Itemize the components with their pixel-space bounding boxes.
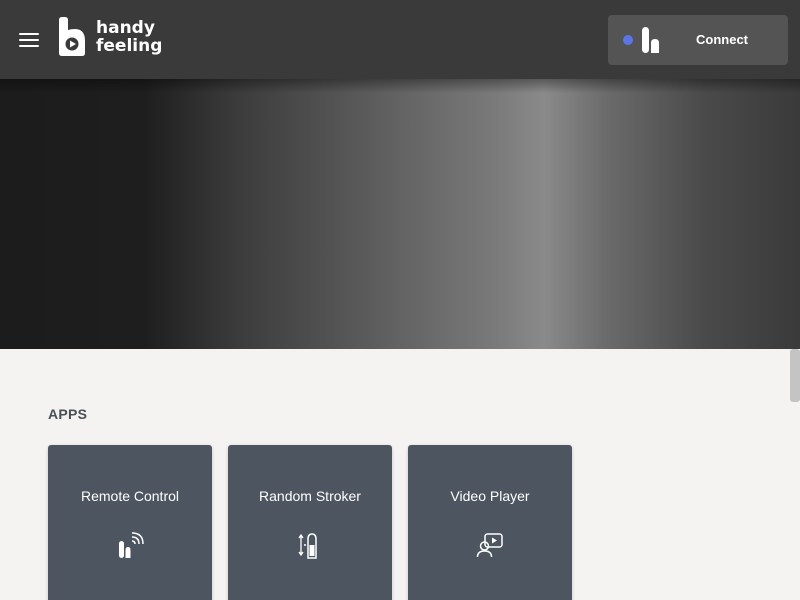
- random-stroker-icon: [298, 533, 317, 559]
- handy-logo-icon: [59, 17, 85, 56]
- logo-line-2: feeling: [96, 36, 163, 56]
- app-card-random-stroker[interactable]: Random Stroker: [228, 445, 392, 600]
- app-card-label: Random Stroker: [259, 488, 361, 504]
- remote-control-icon: [119, 532, 144, 558]
- hero-shadow: [0, 79, 800, 93]
- app-card-video-player[interactable]: Video Player: [408, 445, 572, 600]
- scrollbar-thumb[interactable]: [790, 349, 800, 402]
- connect-button[interactable]: Connect: [608, 15, 788, 65]
- app-card-label: Remote Control: [80, 488, 180, 504]
- connect-label: Connect: [696, 32, 748, 47]
- app-card-label: Video Player: [450, 488, 530, 504]
- app-card-remote-control[interactable]: Remote Control: [48, 445, 212, 600]
- hamburger-menu-icon[interactable]: [19, 33, 39, 47]
- hero-banner: [0, 79, 800, 349]
- logo-line-1: handy: [96, 18, 155, 38]
- logo-wordmark: handy feeling: [96, 19, 162, 55]
- top-bar: handy feeling Connect: [0, 0, 800, 79]
- apps-section-title: APPS: [48, 406, 88, 422]
- video-player-icon: [476, 533, 503, 558]
- connection-status-dot: [623, 35, 633, 45]
- handy-device-icon: [642, 27, 659, 53]
